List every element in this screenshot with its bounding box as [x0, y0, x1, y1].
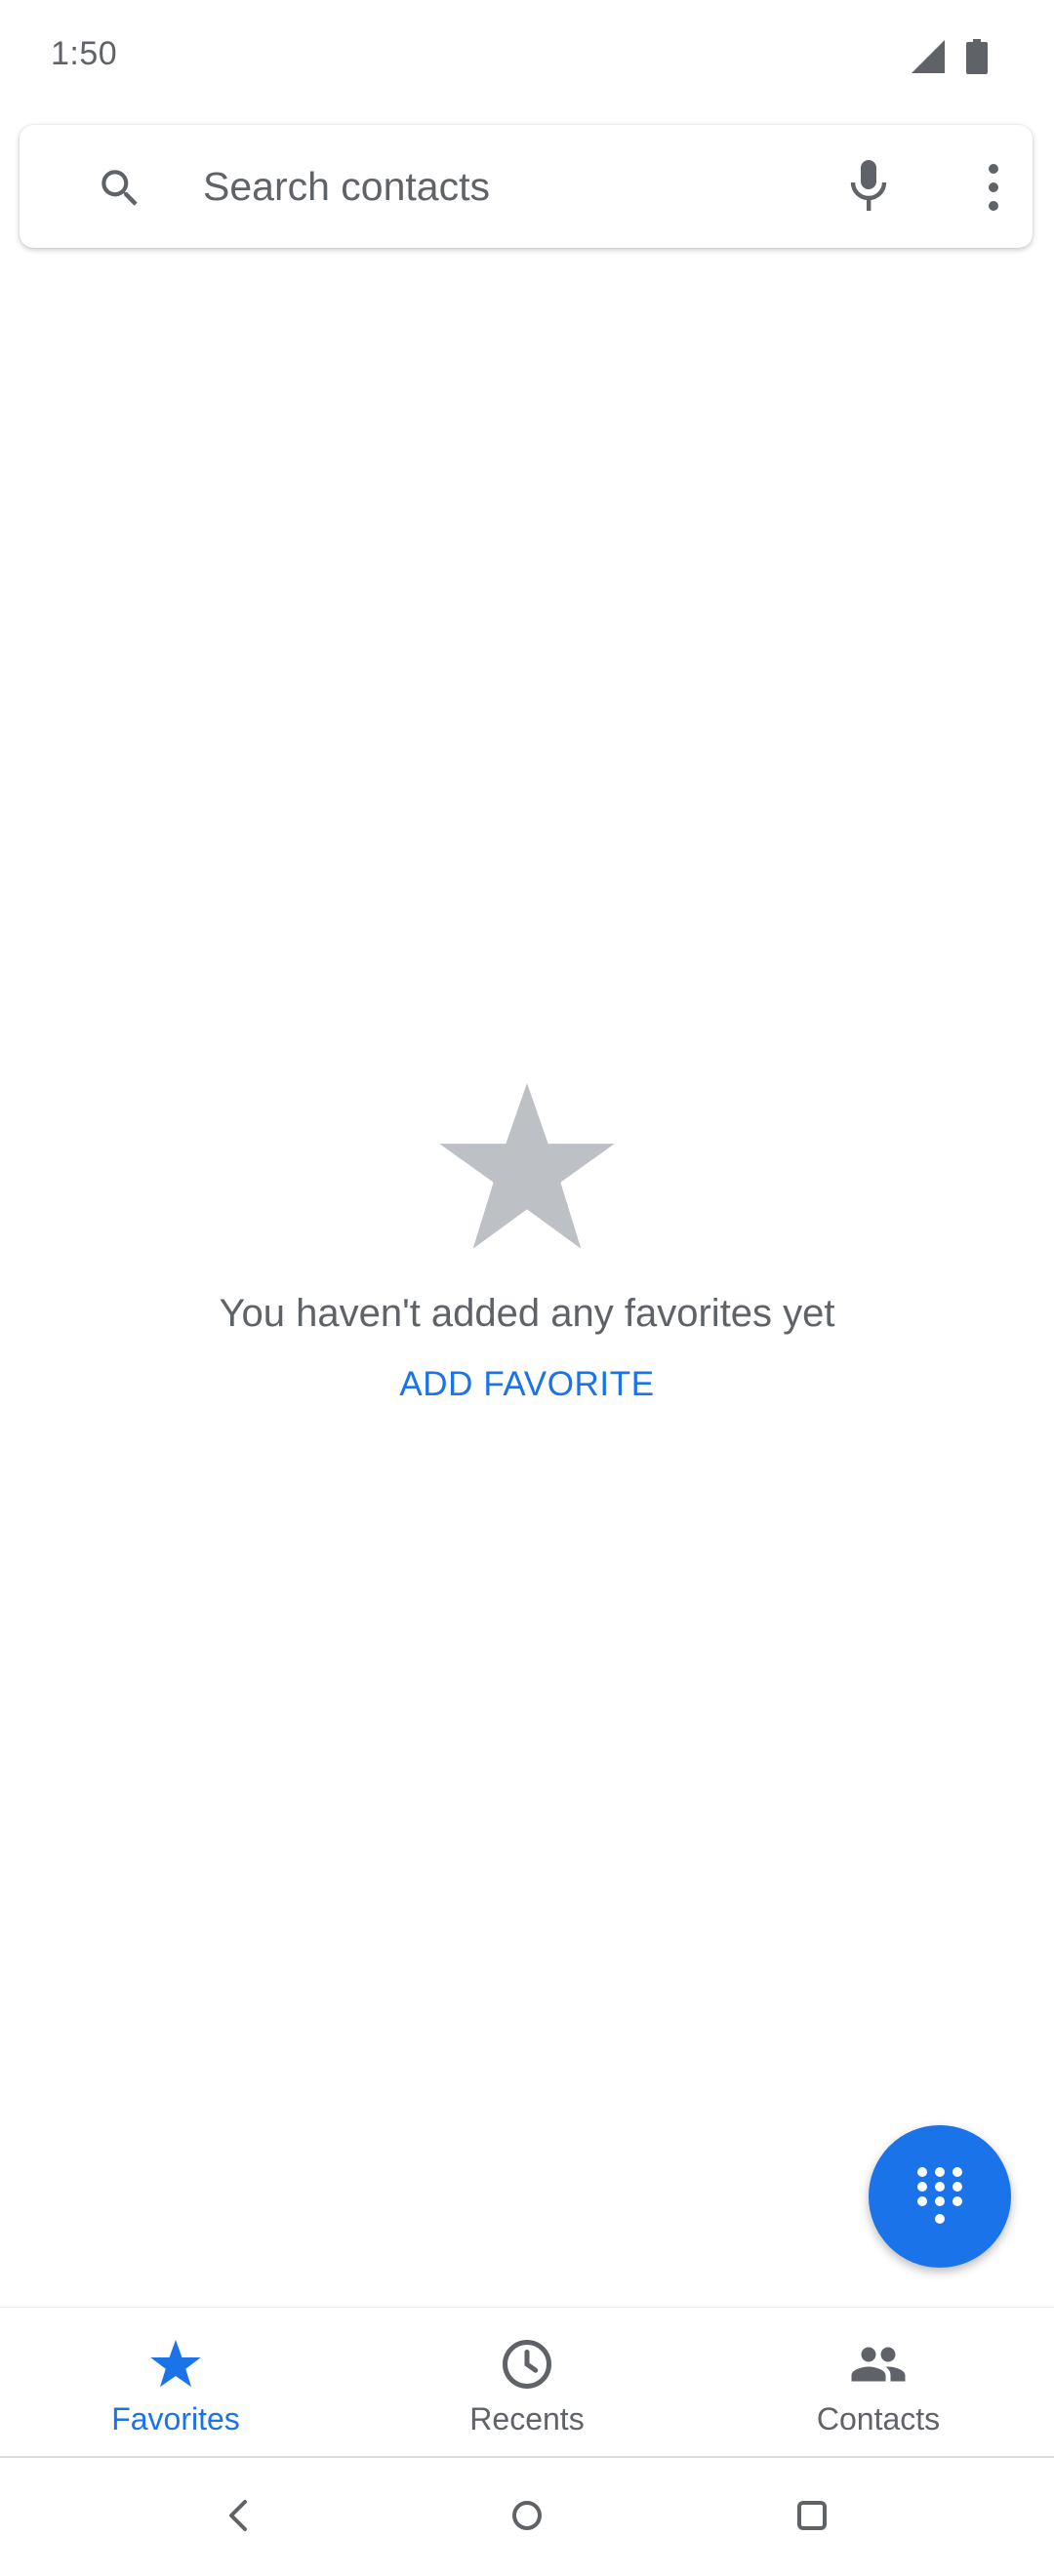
tab-recents-label: Recents	[469, 2401, 585, 2436]
star-icon	[150, 2340, 201, 2388]
search-icon	[96, 164, 144, 213]
dialpad-icon	[917, 2167, 962, 2224]
recents-icon	[797, 2501, 827, 2530]
signal-icon	[912, 40, 945, 78]
people-icon	[851, 2347, 906, 2382]
mic-icon[interactable]	[845, 158, 892, 215]
empty-favorites-message: You haven't added any favorites yet	[219, 1292, 835, 1335]
tab-favorites-label: Favorites	[111, 2401, 240, 2436]
tab-contacts[interactable]: Contacts	[703, 2308, 1054, 2456]
tab-favorites[interactable]: Favorites	[0, 2308, 351, 2456]
search-input[interactable]	[203, 154, 789, 219]
dialpad-fab[interactable]	[869, 2125, 1011, 2268]
star-icon	[439, 1083, 615, 1249]
phone-screen: 1:50 Search contacts You haven't added a…	[0, 0, 1054, 2576]
system-navigation-bar	[0, 2457, 1054, 2576]
tab-recents[interactable]: Recents	[351, 2308, 703, 2456]
home-button[interactable]	[498, 2486, 556, 2545]
search-bar[interactable]	[20, 125, 1033, 248]
overview-button[interactable]	[783, 2486, 841, 2545]
home-icon	[512, 2501, 542, 2530]
bottom-navigation: Favorites Recents Contacts	[0, 2307, 1054, 2458]
tab-contacts-label: Contacts	[816, 2401, 941, 2436]
status-icons	[912, 39, 988, 79]
back-icon	[229, 2500, 247, 2531]
battery-icon	[966, 39, 988, 79]
back-button[interactable]	[209, 2486, 267, 2545]
status-bar: 1:50	[0, 0, 1054, 115]
status-time: 1:50	[51, 35, 118, 72]
favorites-empty-state: You haven't added any favorites yet ADD …	[0, 1083, 1054, 1404]
more-vert-icon[interactable]	[974, 160, 1013, 215]
clock-icon	[503, 2340, 551, 2389]
add-favorite-button[interactable]: ADD FAVORITE	[399, 1365, 654, 1404]
